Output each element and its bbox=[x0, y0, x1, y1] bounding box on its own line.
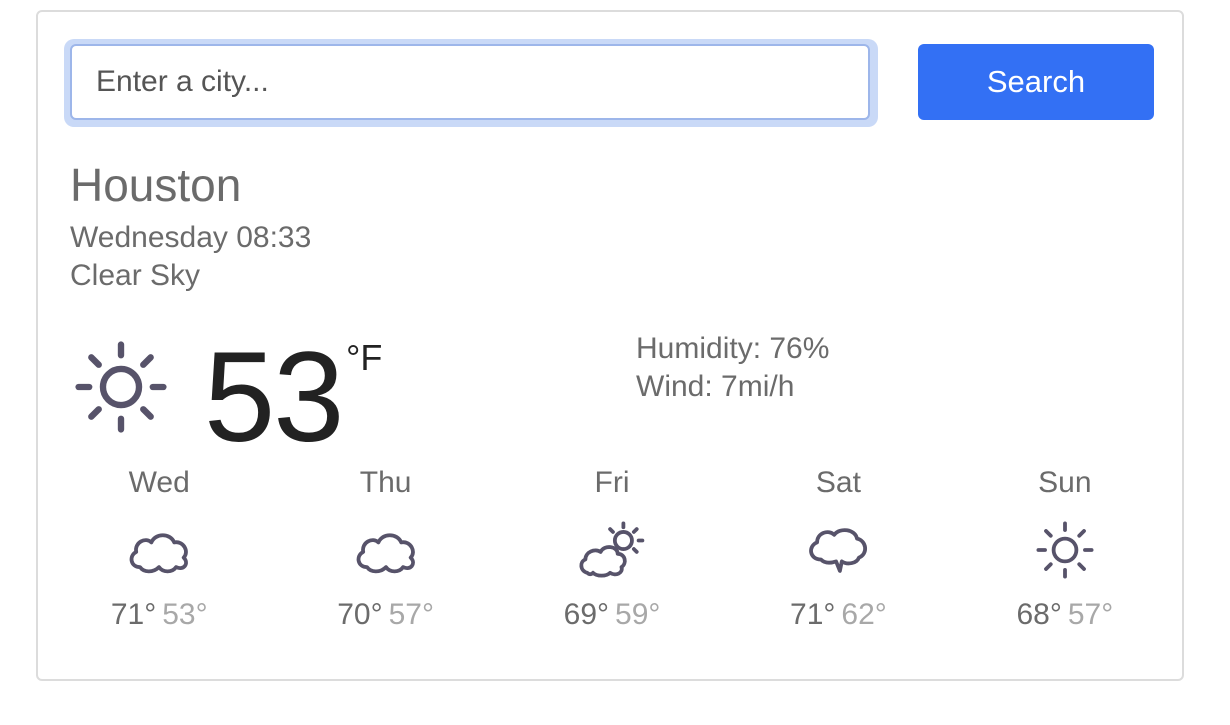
forecast-high: 70° bbox=[337, 598, 383, 631]
forecast-high: 71° bbox=[790, 598, 836, 631]
cloud-icon bbox=[129, 533, 189, 574]
forecast-low: 57° bbox=[1067, 598, 1114, 631]
weather-details: Humidity: 76% Wind: 7mi/h bbox=[636, 330, 829, 406]
forecast-day-name: Wed bbox=[128, 466, 190, 499]
forecast-day: Sun 68° 57° bbox=[952, 468, 1178, 658]
partly-cloudy-icon bbox=[579, 521, 645, 578]
cloud-speech-icon bbox=[809, 528, 868, 573]
forecast-temps: 71° 62° bbox=[725, 600, 951, 630]
wind: Wind: 7mi/h bbox=[636, 370, 795, 403]
forecast-temps: 71° 53° bbox=[46, 600, 272, 630]
sun-icon bbox=[1036, 521, 1094, 579]
forecast-day-name: Fri bbox=[594, 466, 630, 499]
sun-icon bbox=[75, 341, 167, 433]
forecast-day: Sat 71° 62° bbox=[725, 468, 951, 658]
forecast-day-name: Thu bbox=[359, 466, 412, 499]
search-button[interactable]: Search bbox=[918, 44, 1154, 120]
humidity: Humidity: 76% bbox=[636, 332, 830, 365]
city-search-input[interactable] bbox=[70, 44, 870, 120]
forecast-day-name: Sun bbox=[1038, 466, 1092, 499]
forecast-low: 53° bbox=[162, 598, 208, 631]
forecast-high: 71° bbox=[110, 598, 157, 631]
forecast-high: 69° bbox=[563, 598, 610, 631]
forecast-temps: 68° 57° bbox=[952, 600, 1178, 630]
weather-card: Search Houston Wednesday 08:33 Clear Sky… bbox=[36, 10, 1184, 681]
current-datetime: Wednesday 08:33 bbox=[70, 221, 312, 254]
forecast: Wed 71° 53° Thu 70° 57° Fri 69° 59° Sat … bbox=[46, 468, 1178, 658]
cloud-icon bbox=[356, 533, 415, 574]
current-temperature: 53 bbox=[204, 326, 344, 469]
forecast-day: Fri 69° 59° bbox=[499, 468, 725, 658]
forecast-low: 62° bbox=[841, 598, 887, 631]
temperature-unit: °F bbox=[346, 337, 383, 378]
forecast-low: 57° bbox=[388, 598, 434, 631]
forecast-temps: 69° 59° bbox=[499, 600, 725, 630]
city-name: Houston bbox=[70, 159, 242, 211]
forecast-temps: 70° 57° bbox=[272, 600, 498, 630]
forecast-day: Wed 71° 53° bbox=[46, 468, 272, 658]
forecast-high: 68° bbox=[1016, 598, 1062, 631]
current-condition: Clear Sky bbox=[70, 259, 201, 292]
forecast-day-name: Sat bbox=[815, 466, 861, 499]
forecast-day: Thu 70° 57° bbox=[272, 468, 498, 658]
forecast-low: 59° bbox=[615, 598, 661, 631]
